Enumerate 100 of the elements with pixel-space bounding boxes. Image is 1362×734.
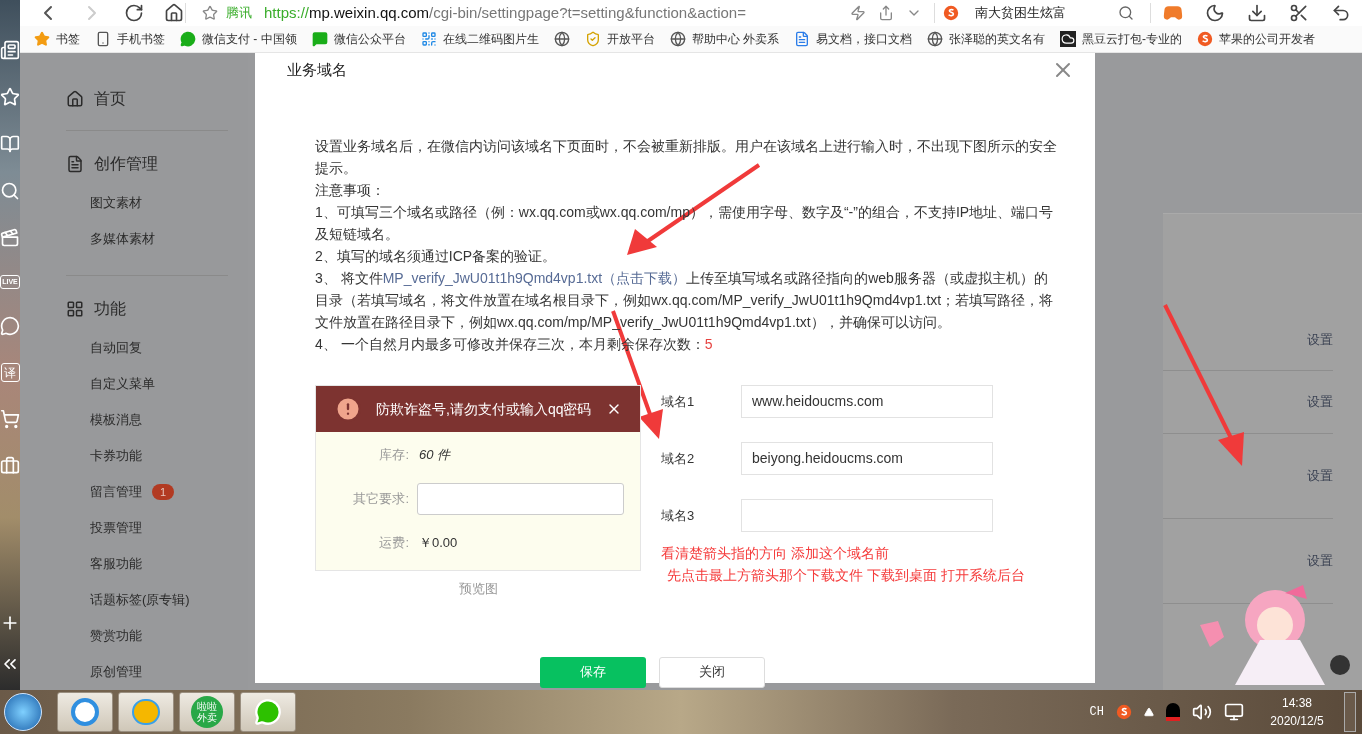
alert-icon (334, 395, 362, 423)
field-value: ￥0.00 (419, 534, 458, 553)
undo-icon[interactable] (1331, 3, 1351, 24)
download-icon[interactable] (1247, 3, 1267, 24)
taskbar-app[interactable] (240, 692, 296, 732)
news-icon[interactable] (0, 40, 20, 60)
settings-link[interactable]: 设置 (1307, 329, 1333, 350)
close-button[interactable]: 关闭 (658, 656, 765, 688)
globe-icon (927, 31, 943, 48)
app-logo-icon: 啦啦 外卖 (191, 696, 223, 728)
bookmark-link[interactable]: 书签 (56, 30, 80, 49)
search-icon[interactable] (0, 181, 20, 201)
shield-icon (584, 31, 601, 48)
bookmark-link[interactable]: 黑豆云打包-专业的 (1082, 30, 1182, 49)
bookmark-link[interactable]: 帮助中心 外卖系 (691, 30, 779, 49)
input-method-label[interactable]: CH (1089, 703, 1104, 721)
settings-link[interactable]: 设置 (1307, 392, 1333, 412)
site-label: 腾讯 (226, 4, 252, 23)
nav-link[interactable]: 模板消息 (90, 410, 142, 430)
speaker-icon[interactable] (1192, 702, 1212, 722)
domain-label: 域名2 (661, 449, 696, 468)
network-icon[interactable] (1224, 702, 1244, 722)
share-icon[interactable] (878, 5, 894, 22)
cart-icon[interactable] (0, 409, 20, 429)
nav-link[interactable]: 赞赏功能 (90, 626, 142, 646)
nav-link[interactable]: 首页 (94, 87, 126, 111)
triangle-icon[interactable] (1144, 707, 1154, 717)
address-bar[interactable]: 腾讯 https://mp.weixin.qq.com/cgi-bin/settingpage?t=setting&function&action= (202, 0, 842, 27)
star-icon (34, 31, 50, 48)
scissors-icon[interactable] (1289, 3, 1309, 24)
bookmark-link[interactable]: 苹果的公司开发者 (1219, 30, 1315, 49)
annotation-text: 看清楚箭头指的方向 添加这个域名前 (661, 544, 890, 563)
taskbar-app[interactable] (57, 692, 113, 732)
input-field[interactable] (417, 483, 624, 515)
domain-input[interactable] (741, 499, 993, 532)
download-link[interactable]: （点击下载） (602, 270, 687, 286)
field-label: 其它要求: (352, 490, 409, 509)
bookmark-link[interactable]: 张泽聪的英文名有 (949, 30, 1045, 49)
count-badge: 1 (152, 484, 175, 500)
note-text: 2、填写的域名须通过ICP备案的验证。 (315, 247, 558, 266)
star-icon[interactable] (0, 87, 20, 107)
briefcase-icon[interactable] (0, 456, 20, 476)
field-value: 60 件 (419, 446, 451, 465)
taskbar-app[interactable] (118, 692, 174, 732)
field-label: 库存: (378, 446, 409, 465)
taskbar-app[interactable]: 啦啦 外卖 (179, 692, 235, 732)
nav-link[interactable]: 投票管理 (90, 518, 142, 538)
document-icon (794, 31, 810, 48)
nav-link[interactable]: 自动回复 (90, 338, 142, 358)
clock-date: 2020/12/5 (1270, 713, 1324, 730)
nav-link[interactable]: 自定义菜单 (90, 374, 155, 394)
star-icon[interactable] (202, 5, 218, 22)
globe-icon (553, 31, 570, 48)
s-logo-icon (943, 5, 959, 22)
search-icon[interactable] (1118, 5, 1134, 22)
s-logo-icon (1116, 704, 1132, 720)
address-url: https://mp.weixin.qq.com/cgi-bin/settingpage?t=setting&function&action= (264, 2, 746, 23)
cloud-icon (1060, 31, 1076, 48)
book-icon[interactable] (0, 134, 20, 154)
lightning-icon[interactable] (850, 5, 866, 22)
domain-label: 域名1 (661, 392, 696, 411)
qr-code-icon (420, 31, 437, 48)
moon-icon[interactable] (1205, 3, 1225, 24)
grid-icon (66, 300, 84, 318)
translate-icon[interactable]: 译 (0, 363, 20, 382)
home-icon[interactable] (164, 3, 184, 24)
intro-text: 设置业务域名后，在微信内访问该域名下页面时，不会被重新排版。用户在该域名上进行输入时，不出现下图所示的安全提示。 (315, 137, 1058, 178)
document-icon (66, 155, 84, 173)
show-desktop-button[interactable] (1344, 692, 1356, 732)
warning-toast: 防欺诈盗号,请勿支付或输入qq密码 (316, 386, 640, 432)
field-label: 运费: (378, 534, 409, 553)
chat-icon[interactable] (0, 316, 20, 336)
bookmark-link[interactable]: 手机书签 (117, 30, 165, 49)
nav-link[interactable]: 原创管理 (90, 662, 142, 682)
nav-section-title: 创作管理 (94, 154, 158, 174)
nav-link[interactable]: 卡券功能 (90, 446, 142, 466)
domain-input[interactable]: beiyong.heidoucms.com (741, 442, 993, 475)
bookmark-link[interactable]: 微信支付 - 中国领 (202, 30, 297, 49)
annotation-text: 先点击最上方箭头那个下载文件 下载到桌面 打开系统后台 (666, 566, 1025, 585)
nav-link[interactable]: 话题标签(原专辑) (90, 590, 190, 610)
clock-time: 14:38 (1282, 695, 1312, 712)
domain-input[interactable]: www.heidoucms.com (741, 385, 993, 418)
bookmark-link[interactable]: 开放平台 (606, 30, 655, 49)
nav-link[interactable]: 留言管理 (90, 482, 142, 502)
start-button[interactable] (4, 693, 42, 731)
search-field[interactable]: 南大贫困生炫富 (943, 3, 1143, 23)
bookmark-link[interactable]: 微信公众平台 (333, 30, 406, 49)
reload-icon[interactable] (124, 3, 144, 24)
bookmark-link[interactable]: 易文档，接口文档 (816, 30, 912, 49)
preview-caption: 预览图 (458, 580, 498, 598)
nav-link[interactable]: 客服功能 (90, 554, 142, 574)
file-link[interactable]: MP_verify_JwU01t1h9Qmd4vp1.txt (382, 270, 603, 286)
settings-link[interactable]: 设置 (1307, 466, 1333, 486)
video-icon[interactable] (0, 228, 20, 248)
nav-link[interactable]: 多媒体素材 (90, 229, 155, 249)
settings-link[interactable]: 设置 (1307, 551, 1333, 571)
nav-link[interactable]: 图文素材 (90, 193, 142, 213)
s-logo-icon (1197, 31, 1213, 48)
domain-label: 域名3 (661, 506, 696, 525)
bookmark-link[interactable]: 在线二维码图片生 (442, 30, 539, 49)
